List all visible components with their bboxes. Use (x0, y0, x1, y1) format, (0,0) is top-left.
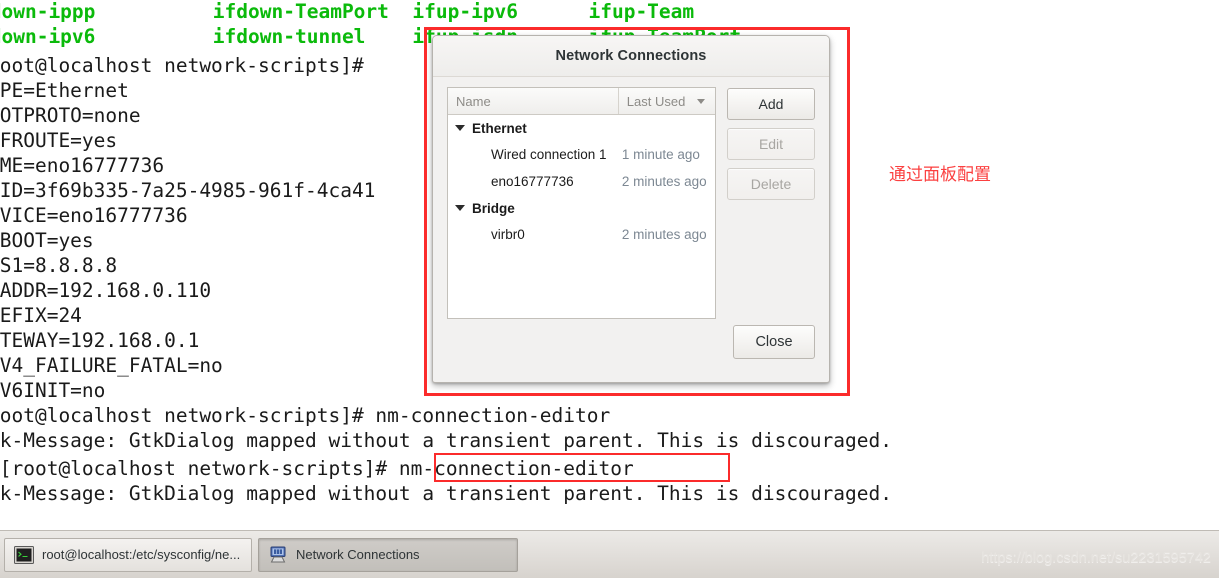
terminal-line: OOTPROTO=none (0, 104, 141, 127)
tree-group-label: Bridge (472, 200, 515, 216)
chevron-down-icon[interactable] (455, 125, 465, 131)
terminal-line: UID=3f69b335-7a25-4985-961f-4ca41 (0, 179, 376, 202)
chevron-down-icon[interactable] (455, 205, 465, 211)
terminal-line: YPE=Ethernet (0, 79, 129, 102)
column-header-name[interactable]: Name (448, 88, 619, 114)
terminal-line: NS1=8.8.8.8 (0, 254, 118, 277)
tree-header: Name Last Used (448, 88, 715, 115)
sort-descending-arrow-icon (697, 98, 705, 104)
watermark: https://blog.csdn.net/su2231595742 (981, 550, 1211, 566)
connection-last-used: 2 minutes ago (621, 227, 707, 242)
taskbar-item-label: root@localhost:/etc/sysconfig/ne... (42, 547, 241, 562)
terminal-line: PADDR=192.168.0.110 (0, 279, 212, 302)
terminal-line: EVICE=eno16777736 (0, 204, 188, 227)
edit-button[interactable]: Edit (727, 128, 815, 160)
connection-name: virbr0 (491, 227, 525, 242)
taskbar-item-terminal[interactable]: root@localhost:/etc/sysconfig/ne... (4, 537, 252, 572)
dialog-footer: Close (733, 325, 815, 359)
table-row[interactable]: virbr0 2 minutes ago (448, 221, 715, 248)
terminal-line: ATEWAY=192.168.0.1 (0, 329, 200, 352)
delete-button[interactable]: Delete (727, 168, 815, 200)
terminal-line: root@localhost network-scripts]# (0, 54, 364, 77)
connections-tree[interactable]: Name Last Used Ethernet Wired connection… (447, 87, 716, 319)
tree-group-bridge[interactable]: Bridge (448, 195, 715, 221)
tree-group-label: Ethernet (472, 120, 527, 136)
dialog-main-area: Name Last Used Ethernet Wired connection… (447, 87, 815, 319)
table-row[interactable]: Wired connection 1 1 minute ago (448, 141, 715, 168)
connection-last-used: 1 minute ago (621, 147, 700, 162)
terminal-icon (14, 545, 34, 564)
taskbar: root@localhost:/etc/sysconfig/ne... Netw… (0, 530, 1219, 578)
dialog-body: Name Last Used Ethernet Wired connection… (433, 77, 829, 371)
terminal-line: EFROUTE=yes (0, 129, 118, 152)
add-button[interactable]: Add (727, 88, 815, 120)
annotation-note-chinese: 通过面板配置 (889, 165, 991, 185)
terminal-line: PV4_FAILURE_FATAL=no (0, 354, 223, 377)
column-header-name-label: Name (456, 93, 491, 109)
dialog-titlebar[interactable]: Network Connections (433, 36, 829, 77)
table-row[interactable]: eno16777736 2 minutes ago (448, 168, 715, 195)
dialog-title: Network Connections (555, 48, 707, 64)
terminal-line: REFIX=24 (0, 304, 82, 327)
terminal-line-command: C[root@localhost network-scripts]# nm-co… (0, 457, 634, 480)
tree-group-ethernet[interactable]: Ethernet (448, 115, 715, 141)
connection-name: Wired connection 1 (491, 147, 607, 162)
connection-name: eno16777736 (491, 174, 574, 189)
close-button[interactable]: Close (733, 325, 815, 359)
network-connections-dialog[interactable]: Network Connections Name Last Used Ether… (432, 35, 830, 383)
terminal-line-command: root@localhost network-scripts]# nm-conn… (0, 404, 611, 427)
taskbar-item-label: Network Connections (296, 547, 420, 562)
terminal-line: PV6INIT=no (0, 379, 106, 402)
dialog-action-buttons: Add Edit Delete (727, 87, 815, 200)
column-header-last-used[interactable]: Last Used (619, 88, 715, 114)
terminal-line: tk-Message: GtkDialog mapped without a t… (0, 482, 892, 505)
terminal-line: tk-Message: GtkDialog mapped without a t… (0, 429, 892, 452)
network-connections-icon (268, 546, 288, 564)
terminal-line: NBOOT=yes (0, 229, 94, 252)
terminal-line: fdown-ippp ifdown-TeamPort ifup-ipv6 ifu… (0, 0, 695, 23)
terminal-line: AME=eno16777736 (0, 154, 165, 177)
column-header-last-used-label: Last Used (626, 93, 686, 109)
connection-last-used: 2 minutes ago (621, 174, 707, 189)
taskbar-item-network-connections[interactable]: Network Connections (258, 537, 518, 572)
